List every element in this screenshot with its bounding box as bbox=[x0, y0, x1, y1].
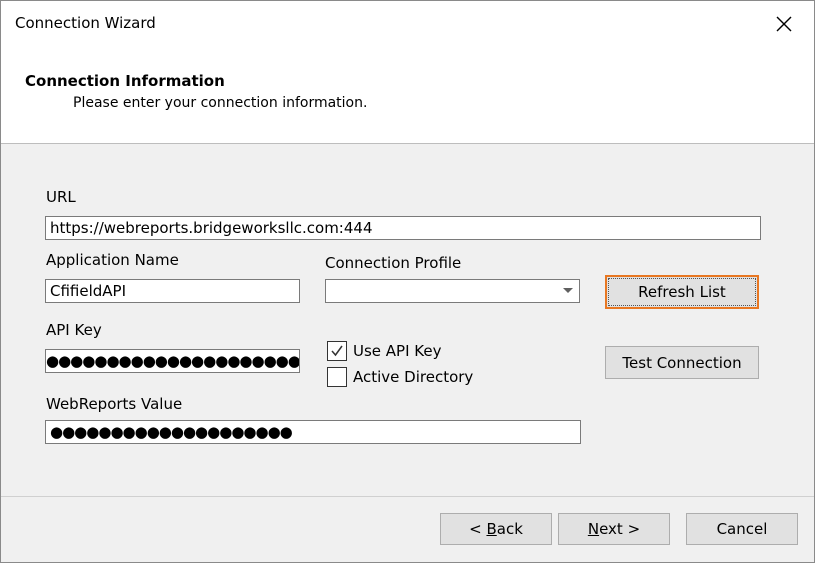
active-directory-label: Active Directory bbox=[353, 368, 474, 386]
checkmark-icon bbox=[331, 345, 343, 357]
header-subtitle: Please enter your connection information… bbox=[73, 95, 368, 111]
focus-rectangle bbox=[608, 278, 756, 306]
api-key-input[interactable]: ●●●●●●●●●●●●●●●●●●●●●●●●●●●●● bbox=[45, 349, 300, 373]
webreports-value-mask: ●●●●●●●●●●●●●●●●●●●● bbox=[50, 423, 293, 441]
header-title: Connection Information bbox=[25, 72, 225, 90]
back-label: < Back bbox=[469, 520, 523, 538]
url-input[interactable] bbox=[45, 216, 761, 240]
webreports-value-label: WebReports Value bbox=[46, 395, 183, 413]
use-api-key-label: Use API Key bbox=[353, 342, 442, 360]
application-name-input[interactable] bbox=[45, 279, 300, 303]
footer-divider bbox=[1, 496, 814, 497]
wizard-header: Connection Information Please enter your… bbox=[1, 47, 814, 144]
back-accelerator: B bbox=[486, 520, 497, 538]
title-bar: Connection Wizard bbox=[1, 1, 814, 47]
test-connection-label: Test Connection bbox=[622, 353, 742, 372]
api-key-label: API Key bbox=[46, 321, 102, 339]
connection-wizard-window: Connection Wizard Connection Information… bbox=[0, 0, 815, 563]
back-rest: ack bbox=[496, 520, 523, 538]
test-connection-button[interactable]: Test Connection bbox=[605, 346, 759, 379]
cancel-label: Cancel bbox=[716, 520, 768, 538]
refresh-list-button[interactable]: Refresh List bbox=[605, 275, 759, 309]
window-title: Connection Wizard bbox=[15, 14, 156, 32]
close-icon bbox=[776, 16, 792, 32]
api-key-mask: ●●●●●●●●●●●●●●●●●●●●●●●●●●●●● bbox=[46, 352, 300, 370]
connection-profile-select[interactable] bbox=[325, 279, 580, 303]
chevron-down-icon bbox=[563, 288, 573, 293]
use-api-key-checkbox[interactable] bbox=[327, 341, 347, 361]
url-label: URL bbox=[46, 188, 76, 206]
application-name-label: Application Name bbox=[46, 251, 179, 269]
connection-profile-label: Connection Profile bbox=[325, 254, 462, 272]
back-prefix: < bbox=[469, 520, 487, 538]
close-button[interactable] bbox=[754, 1, 814, 47]
webreports-value-input[interactable]: ●●●●●●●●●●●●●●●●●●●● bbox=[45, 420, 581, 444]
active-directory-checkbox[interactable] bbox=[327, 367, 347, 387]
next-label: Next > bbox=[588, 520, 640, 538]
next-rest: ext > bbox=[599, 520, 641, 538]
next-button[interactable]: Next > bbox=[558, 513, 670, 545]
back-button[interactable]: < Back bbox=[440, 513, 552, 545]
next-accelerator: N bbox=[587, 520, 600, 538]
cancel-button[interactable]: Cancel bbox=[686, 513, 798, 545]
